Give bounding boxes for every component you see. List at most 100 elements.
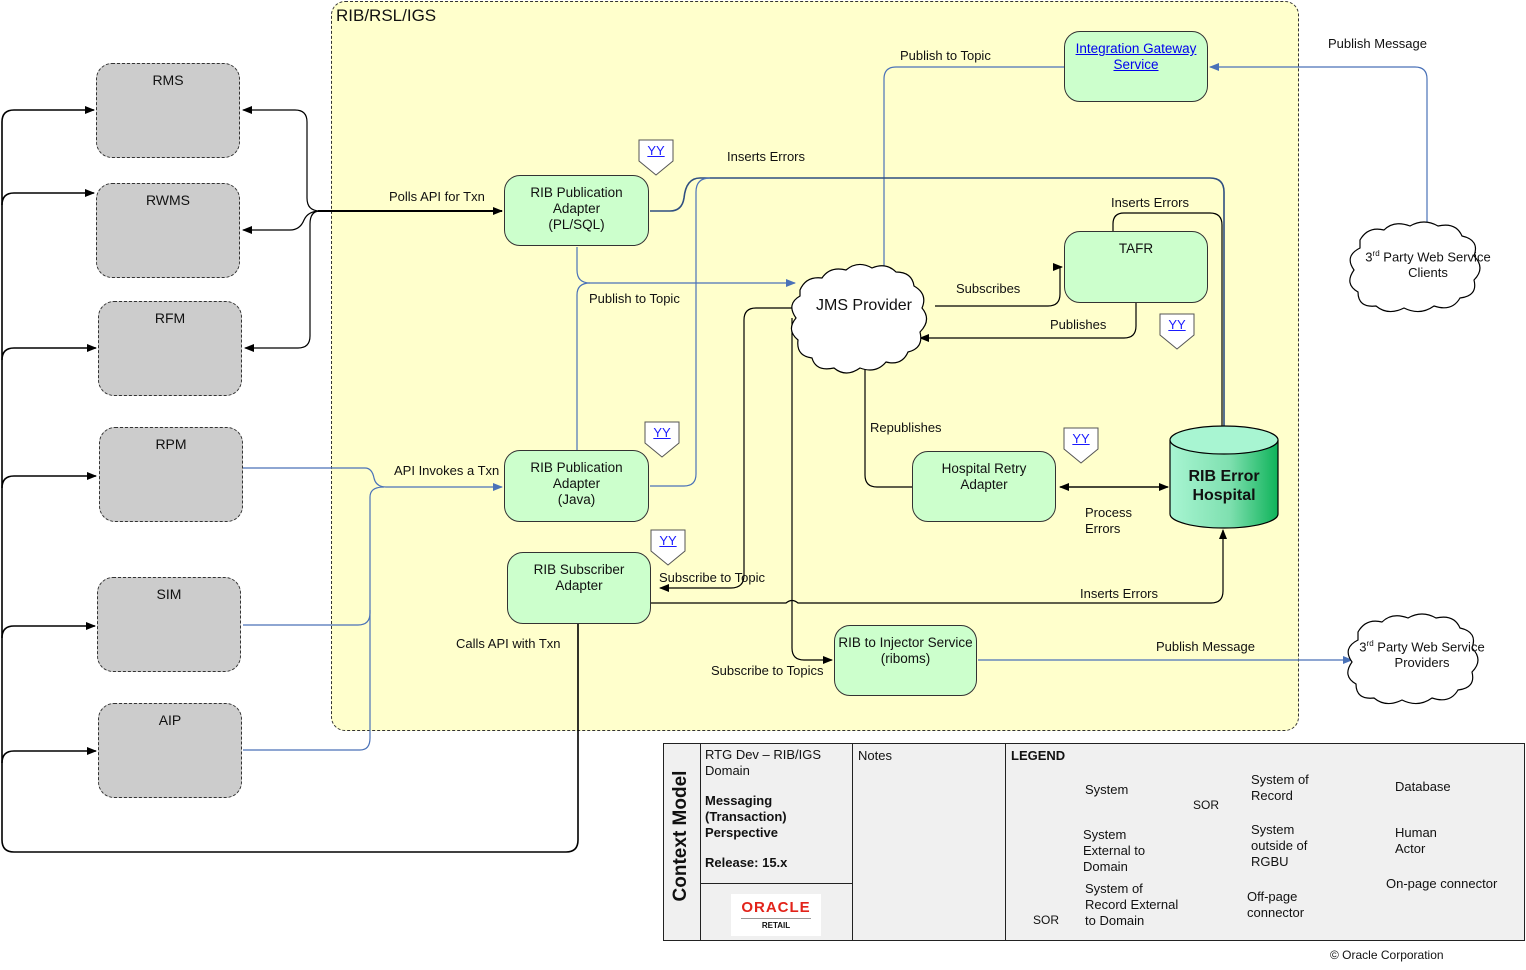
system-label: SIM — [156, 586, 182, 602]
legend-line: connector — [1247, 905, 1305, 920]
system-label: Hospital Retry — [941, 461, 1027, 476]
legend-title: LEGEND — [1011, 748, 1066, 763]
database-label: RIB Error Hospital — [1170, 467, 1278, 505]
label-line: Process — [1085, 505, 1132, 520]
system-label: RMS — [152, 72, 184, 88]
ordinal-suffix: rd — [1366, 639, 1374, 648]
system-label: RFM — [154, 310, 186, 326]
system-label: AIP — [158, 712, 182, 728]
edge-label-publishes: Publishes — [1050, 317, 1107, 332]
legend-sor: System of Record — [1251, 772, 1309, 804]
offpage-connector-link[interactable]: YY — [1160, 313, 1194, 349]
connector-text[interactable]: YY — [639, 143, 673, 158]
edge-label-inserts-errors-bottom: Inserts Errors — [1080, 586, 1159, 601]
legend-onpage: On-page connector — [1386, 876, 1498, 891]
polls-api-lines — [242, 106, 503, 352]
title-block-notes: Notes — [853, 743, 1006, 941]
edge-label-subscribe-to-topics: Subscribe to Topics — [711, 663, 824, 678]
connector-text[interactable]: YY — [1160, 317, 1194, 332]
offpage-connector-link[interactable]: YY — [639, 139, 673, 175]
external-system-rms[interactable]: RMS — [96, 63, 240, 158]
edge-label-subscribes: Subscribes — [956, 281, 1021, 296]
edge-label-publish-to-topic-mid: Publish to Topic — [589, 291, 680, 306]
external-system-sim[interactable]: SIM — [97, 577, 241, 672]
legend-line: System of — [1085, 881, 1143, 896]
legend-line: Actor — [1395, 841, 1426, 856]
system-label: Adapter — [555, 578, 603, 593]
legend-line: System — [1251, 822, 1295, 837]
title-block-info: RTG Dev – RIB/IGS Domain Messaging (Tran… — [701, 743, 853, 884]
connector-text[interactable]: YY — [1064, 431, 1098, 446]
legend-sor-external: System of Record External to Domain — [1085, 881, 1178, 929]
offpage-connector-link[interactable]: YY — [645, 421, 679, 457]
connector-text[interactable]: YY — [651, 533, 685, 548]
legend-human: Human Actor — [1395, 825, 1437, 857]
system-rib-to-injector-service[interactable]: RIB to Injector Service (riboms) — [834, 625, 977, 696]
edge-label-inserts-errors-tafr: Inserts Errors — [1111, 195, 1190, 210]
legend-line: RGBU — [1251, 854, 1289, 869]
domain-line1: RTG Dev – RIB/IGS — [705, 747, 822, 762]
system-label: TAFR — [1118, 241, 1154, 256]
system-label: (riboms) — [880, 651, 931, 666]
notes-label: Notes — [858, 748, 892, 763]
system-label: Adapter — [960, 477, 1008, 492]
cloud-line1: Party Web Service — [1373, 639, 1485, 655]
jms-provider-label: JMS Provider — [815, 297, 913, 314]
external-system-rfm[interactable]: RFM — [98, 301, 242, 396]
ordinal: 3 — [1359, 639, 1367, 655]
legend-external: System External to Domain — [1083, 827, 1145, 875]
legend-outside: System outside of RGBU — [1251, 822, 1307, 870]
external-system-rwms[interactable]: RWMS — [96, 183, 240, 278]
legend-system: System — [1085, 782, 1129, 797]
legend-sor-badge: SOR — [1192, 798, 1219, 812]
legend-line: Record External — [1085, 897, 1179, 912]
system-label: RIB Publication — [530, 185, 623, 200]
legend-line: Human — [1395, 825, 1437, 840]
edge-label-republishes: Republishes — [870, 420, 942, 435]
legend-line: Off-page — [1247, 889, 1298, 904]
edge-label-subscribe-to-topic: Subscribe to Topic — [659, 570, 765, 585]
system-rib-publication-adapter-java[interactable]: RIB Publication Adapter (Java) — [504, 450, 649, 522]
system-integration-gateway-service[interactable]: Integration Gateway Service — [1064, 31, 1208, 102]
cloud-shape — [790, 263, 928, 374]
system-rib-publication-adapter-plsql[interactable]: RIB Publication Adapter (PL/SQL) — [504, 175, 649, 246]
title-block-vertical: Context Model — [663, 743, 701, 941]
legend-line: to Domain — [1085, 913, 1145, 928]
external-system-aip[interactable]: AIP — [98, 703, 242, 798]
connector-text[interactable]: YY — [645, 425, 679, 440]
legend-line: System — [1083, 827, 1127, 842]
third-party-clients-label: 3rd Party Web Service Clients — [1358, 246, 1498, 281]
system-label: Adapter — [552, 476, 601, 491]
legend-line: External to — [1083, 843, 1146, 858]
external-system-rpm[interactable]: RPM — [99, 427, 243, 522]
logo-brand: ORACLE — [741, 899, 811, 916]
edge-label-api-invokes: API Invokes a Txn — [394, 463, 500, 478]
system-label: RPM — [155, 436, 187, 452]
system-hospital-retry-adapter[interactable]: Hospital Retry Adapter — [912, 451, 1056, 522]
edge-label-publish-message-bottom: Publish Message — [1156, 639, 1255, 654]
legend-line: outside of — [1251, 838, 1308, 853]
system-tafr[interactable]: TAFR — [1064, 231, 1208, 303]
legend-line: System of — [1251, 772, 1309, 787]
cloud-line1: Party Web Service — [1379, 249, 1491, 265]
third-party-providers-label: 3rd Party Web Service Providers — [1352, 636, 1492, 671]
calls-api-loop — [1, 106, 579, 853]
legend-offpage: Off-page connector — [1247, 889, 1304, 921]
system-label: (Java) — [557, 492, 596, 507]
perspective-line2: (Transaction) — [705, 809, 787, 824]
system-label: (PL/SQL) — [548, 217, 605, 232]
system-label: RIB Publication — [530, 460, 623, 475]
logo-sub: RETAIL — [741, 918, 811, 930]
ordinal: 3 — [1365, 249, 1373, 265]
ordinal-suffix: rd — [1372, 249, 1380, 258]
edge-label-publish-to-topic: Publish to Topic — [900, 48, 991, 63]
offpage-connector-link[interactable]: YY — [651, 529, 685, 565]
legend-line: Domain — [1083, 859, 1128, 874]
perspective-line1: Messaging — [705, 793, 773, 808]
offpage-connector-link[interactable]: YY — [1064, 427, 1098, 463]
igs-link-line1[interactable]: Integration Gateway — [1065, 41, 1207, 57]
igs-link-line2[interactable]: Service — [1065, 57, 1207, 73]
system-label: Adapter — [552, 201, 601, 216]
system-rib-subscriber-adapter[interactable]: RIB Subscriber Adapter — [507, 552, 651, 624]
perspective-line3: Perspective — [705, 825, 778, 840]
